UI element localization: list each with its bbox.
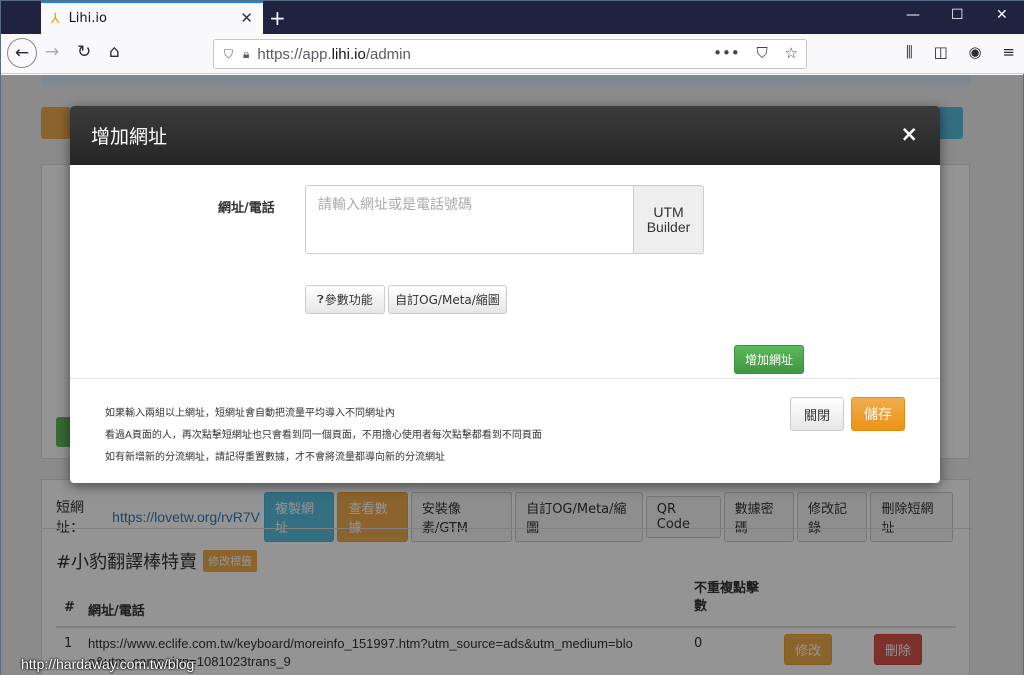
navigation-bar: ← → ↻ ⌂ ⛉ 🔒︎ https://app.lihi.io/admin •… <box>1 34 1024 74</box>
address-bar[interactable]: ⛉ 🔒︎ https://app.lihi.io/admin ••• ⛉ ☆ <box>213 39 807 69</box>
shield-icon[interactable]: ⛉ <box>224 47 233 62</box>
utm-builder-button[interactable]: UTM Builder <box>633 185 704 254</box>
modal-title: 增加網址 <box>91 126 168 148</box>
modal-footer: 如果輸入兩組以上網址，短網址會自動把流量平均導入不同網址內 看過A頁面的人，再次… <box>70 379 940 483</box>
add-url-modal: 增加網址 × 網址/電話 請輸入網址或是電話號碼 UTM Builder ❓︎ 參數… <box>70 106 940 483</box>
question-circle-icon: ❓︎ <box>317 292 324 306</box>
window-close-icon[interactable]: ✕ <box>996 7 1008 23</box>
modal-header: 增加網址 × <box>70 106 940 165</box>
maximize-icon[interactable]: ☐ <box>951 7 964 23</box>
url-phone-label: 網址/電話 <box>218 201 275 216</box>
account-icon[interactable]: ◉ <box>969 43 982 61</box>
note-2: 看過A頁面的人，再次點擊短網址也只會看到同一個頁面，不用擔心使用者每次點擊都看到… <box>105 430 542 441</box>
new-tab-icon[interactable]: + <box>269 6 286 30</box>
pocket-icon[interactable]: ⛉ <box>757 44 768 62</box>
modal-close-icon[interactable]: × <box>900 122 918 146</box>
note-1: 如果輸入兩組以上網址，短網址會自動把流量平均導入不同網址內 <box>105 408 395 419</box>
sidebar-icon[interactable]: ◫ <box>934 43 948 61</box>
page-actions-icon[interactable]: ••• <box>713 44 740 62</box>
url-text: https://app.lihi.io/admin <box>257 45 411 63</box>
close-button[interactable]: 關閉 <box>790 397 844 431</box>
add-url-button[interactable]: 增加網址 <box>734 345 804 374</box>
tab-title: Lihi.io <box>68 11 107 26</box>
modal-body: 網址/電話 請輸入網址或是電話號碼 UTM Builder ❓︎ 參數功能 自訂OG… <box>70 165 940 379</box>
browser-tab[interactable]: ⅄ Lihi.io ✕ <box>41 1 263 34</box>
back-arrow-icon[interactable]: ← <box>7 38 37 68</box>
lock-icon[interactable]: 🔒︎ <box>243 47 249 62</box>
note-3: 如有新增新的分流網址，請記得重置數據，才不會將流量都導向新的分流網址 <box>105 452 445 463</box>
minimize-icon[interactable]: — <box>906 7 920 23</box>
watermark-text: http://hardaway.com.tw/blog <box>21 656 195 672</box>
url-phone-input[interactable]: 請輸入網址或是電話號碼 <box>305 185 634 254</box>
params-button[interactable]: ❓︎ 參數功能 <box>305 285 385 314</box>
custom-og-meta-button[interactable]: 自訂OG/Meta/縮圖 <box>388 285 507 314</box>
home-icon[interactable]: ⌂ <box>109 42 120 62</box>
bookmark-star-icon[interactable]: ☆ <box>785 44 798 62</box>
forward-arrow-icon[interactable]: → <box>45 42 59 62</box>
save-button[interactable]: 儲存 <box>851 397 905 431</box>
lihi-favicon-icon: ⅄ <box>51 10 60 27</box>
title-bar: ⅄ Lihi.io ✕ + — ☐ ✕ <box>1 1 1024 34</box>
tab-close-icon[interactable]: ✕ <box>240 9 253 27</box>
reload-icon[interactable]: ↻ <box>77 42 91 62</box>
library-icon[interactable]: ⫼ <box>906 43 913 61</box>
menu-icon[interactable]: ≡ <box>1002 43 1015 61</box>
browser-window: ⅄ Lihi.io ✕ + — ☐ ✕ ← → ↻ ⌂ ⛉ 🔒︎ https:/… <box>0 0 1024 675</box>
